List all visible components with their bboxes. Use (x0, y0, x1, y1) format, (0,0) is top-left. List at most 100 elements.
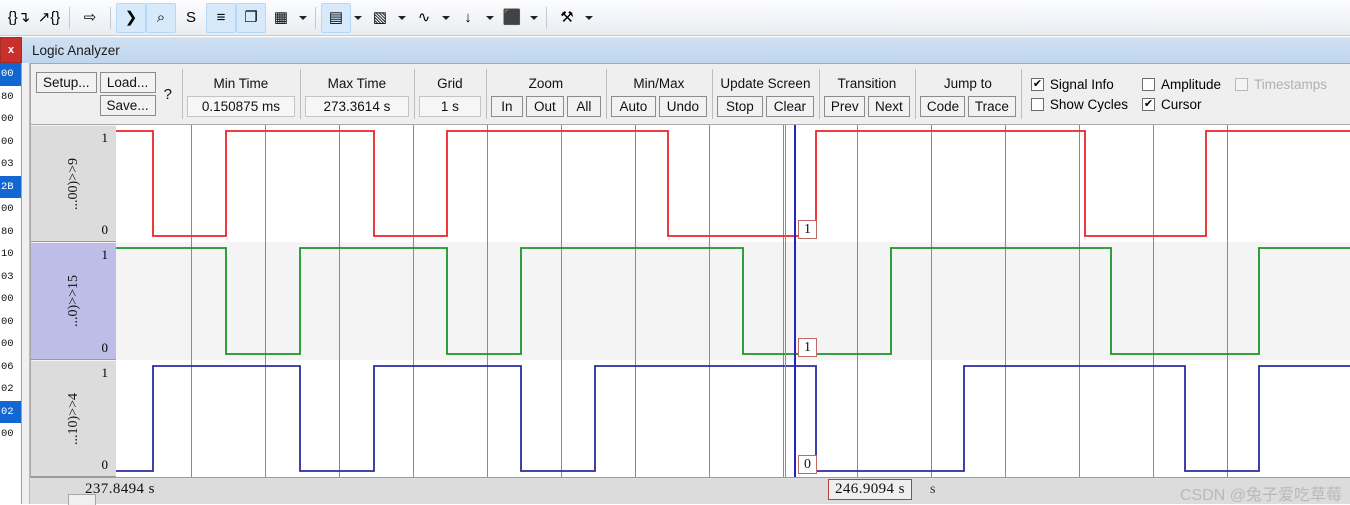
code-line[interactable]: 00 (0, 288, 21, 311)
jump-trace-button[interactable]: Trace (967, 95, 1016, 117)
code-line[interactable]: 00 (0, 198, 21, 221)
signal-label-2[interactable]: 1 0 ...0)>>15 (31, 242, 116, 360)
watch-window-icon-glyph: ▦ (273, 9, 289, 26)
code-line[interactable]: 02 (0, 378, 21, 401)
chevron-down-icon[interactable] (296, 3, 310, 33)
gutter-strip (22, 63, 30, 504)
logic-analyzer-icon-glyph: ∿ (417, 9, 431, 26)
code-line[interactable]: 00 (0, 333, 21, 356)
minmax-undo-button[interactable]: Undo (658, 95, 707, 117)
code-line[interactable]: 03 (0, 153, 21, 176)
trace-window-icon[interactable]: ↓ (453, 3, 483, 33)
logic-analyzer-icon[interactable]: ∿ (409, 3, 439, 33)
signal-name: ...0)>>15 (65, 275, 81, 327)
disassembly-window-icon[interactable]: ⌕ (146, 2, 176, 33)
checkbox-show-cycles[interactable]: Show Cycles (1030, 97, 1128, 112)
chevron-down-icon[interactable] (527, 3, 541, 33)
zoom-out-button[interactable]: Out (525, 95, 564, 117)
update-clear-button[interactable]: Clear (765, 95, 814, 117)
chevron-down-icon[interactable] (395, 3, 409, 33)
max-time-label: Max Time (327, 75, 387, 91)
toolbar-separator (110, 6, 111, 29)
grid-group: Grid 1 s (413, 64, 486, 124)
transition-prev-button[interactable]: Prev (823, 95, 865, 117)
grid-field[interactable]: 1 s (418, 95, 481, 117)
signal-low-label: 0 (101, 222, 109, 237)
registers-window-icon[interactable]: ≡ (206, 2, 236, 33)
checkbox-signal-info[interactable]: ✔ Signal Info (1030, 76, 1128, 92)
cursor-value-box-3: 0 (798, 455, 817, 474)
chevron-down-icon[interactable] (439, 3, 453, 33)
window-title: Logic Analyzer (22, 37, 1350, 63)
checkbox-box: ✔ (1141, 97, 1155, 111)
waveform-plot[interactable]: 1 1 0 (116, 125, 1350, 477)
update-stop-button[interactable]: Stop (716, 95, 763, 117)
checkbox-label: Amplitude (1160, 76, 1221, 92)
checkbox-label: Signal Info (1049, 76, 1114, 92)
min-time-label: Min Time (213, 75, 269, 91)
code-line[interactable]: 10 (0, 243, 21, 266)
checkbox-cursor[interactable]: ✔ Cursor (1141, 97, 1221, 112)
code-line[interactable]: 2B (0, 175, 21, 198)
code-line[interactable]: 00 (0, 108, 21, 131)
zoom-group: Zoom In Out All (485, 64, 606, 124)
cursor-grid-line (785, 125, 786, 477)
help-button[interactable]: ? (159, 86, 177, 103)
zoom-in-button[interactable]: In (490, 95, 523, 117)
serial-window-icon[interactable]: ▧ (365, 3, 395, 33)
watch-window-icon[interactable]: ▦ (266, 3, 296, 33)
toolbar-separator (546, 6, 547, 29)
waveform-trace-2 (116, 247, 1350, 355)
signal-label-3[interactable]: 1 0 ...10)>>4 (31, 360, 116, 477)
transition-group: Transition Prev Next (818, 64, 915, 124)
close-button[interactable]: x (0, 37, 22, 63)
symbol-window-icon[interactable]: S (176, 3, 206, 33)
chevron-down-icon[interactable] (483, 3, 497, 33)
code-line[interactable]: 80 (0, 221, 21, 244)
cursor-time-box[interactable]: 246.9094 s (828, 479, 912, 500)
peripherals-icon[interactable]: ⬛ (497, 3, 527, 33)
cursor-line[interactable] (794, 125, 796, 477)
update-screen-group: Update Screen Stop Clear (711, 64, 819, 124)
registers-window-icon-glyph: ≡ (216, 9, 226, 26)
signal-low-label: 0 (101, 457, 109, 472)
minmax-auto-button[interactable]: Auto (610, 95, 656, 117)
chevron-down-icon[interactable] (582, 3, 596, 33)
jump-code-button[interactable]: Code (919, 95, 965, 117)
code-line[interactable]: 02 (0, 400, 21, 423)
code-line[interactable]: 00 (0, 131, 21, 154)
code-line[interactable]: 06 (0, 356, 21, 379)
code-line[interactable]: 00 (0, 423, 21, 446)
cursor-value-box-2: 1 (798, 338, 817, 357)
checkbox-box (1141, 77, 1155, 91)
command-window-icon[interactable]: ❯ (116, 2, 146, 33)
tools-icon-glyph: ⚒ (560, 9, 574, 26)
code-line[interactable]: 00 (0, 63, 21, 86)
code-line[interactable]: 00 (0, 311, 21, 334)
signal-label-1[interactable]: 1 0 ...00)>>9 (31, 125, 116, 242)
zoom-all-button[interactable]: All (566, 95, 601, 117)
code-line[interactable]: 03 (0, 266, 21, 289)
tools-icon[interactable]: ⚒ (552, 3, 582, 33)
checkbox-amplitude[interactable]: Amplitude (1141, 76, 1221, 92)
load-button[interactable]: Load... (99, 72, 156, 93)
watermark: CSDN @兔子爱吃草莓 (1179, 487, 1342, 504)
save-button[interactable]: Save... (99, 95, 156, 116)
transition-next-button[interactable]: Next (867, 95, 910, 117)
insert-brace-up-icon[interactable]: ↗{} (34, 3, 64, 33)
disassembly-gutter[interactable]: 00 80 00 00 03 2B 00 80 10 03 00 00 00 06 02 02 00 (0, 63, 22, 504)
memory-window-icon[interactable]: ▤ (321, 2, 351, 33)
checkbox-box: ✔ (1030, 77, 1044, 91)
minmax-label: Min/Max (633, 75, 685, 91)
min-time-field[interactable]: 0.150875 ms (186, 95, 295, 117)
chevron-down-icon[interactable] (351, 3, 365, 33)
display-options-group: ✔ Signal Info Amplitude Timestamps Show Cycl… (1020, 64, 1331, 124)
insert-brace-down-icon[interactable]: {}↴ (4, 3, 34, 33)
call-stack-window-icon[interactable]: ❐ (236, 2, 266, 33)
max-time-field[interactable]: 273.3614 s (304, 95, 409, 117)
run-arrow-icon[interactable]: ⇨ (75, 3, 105, 33)
command-window-icon-glyph: ❯ (124, 9, 138, 26)
code-line[interactable]: 80 (0, 86, 21, 109)
serial-window-icon-glyph: ▧ (372, 9, 388, 26)
setup-button[interactable]: Setup... (36, 72, 97, 93)
